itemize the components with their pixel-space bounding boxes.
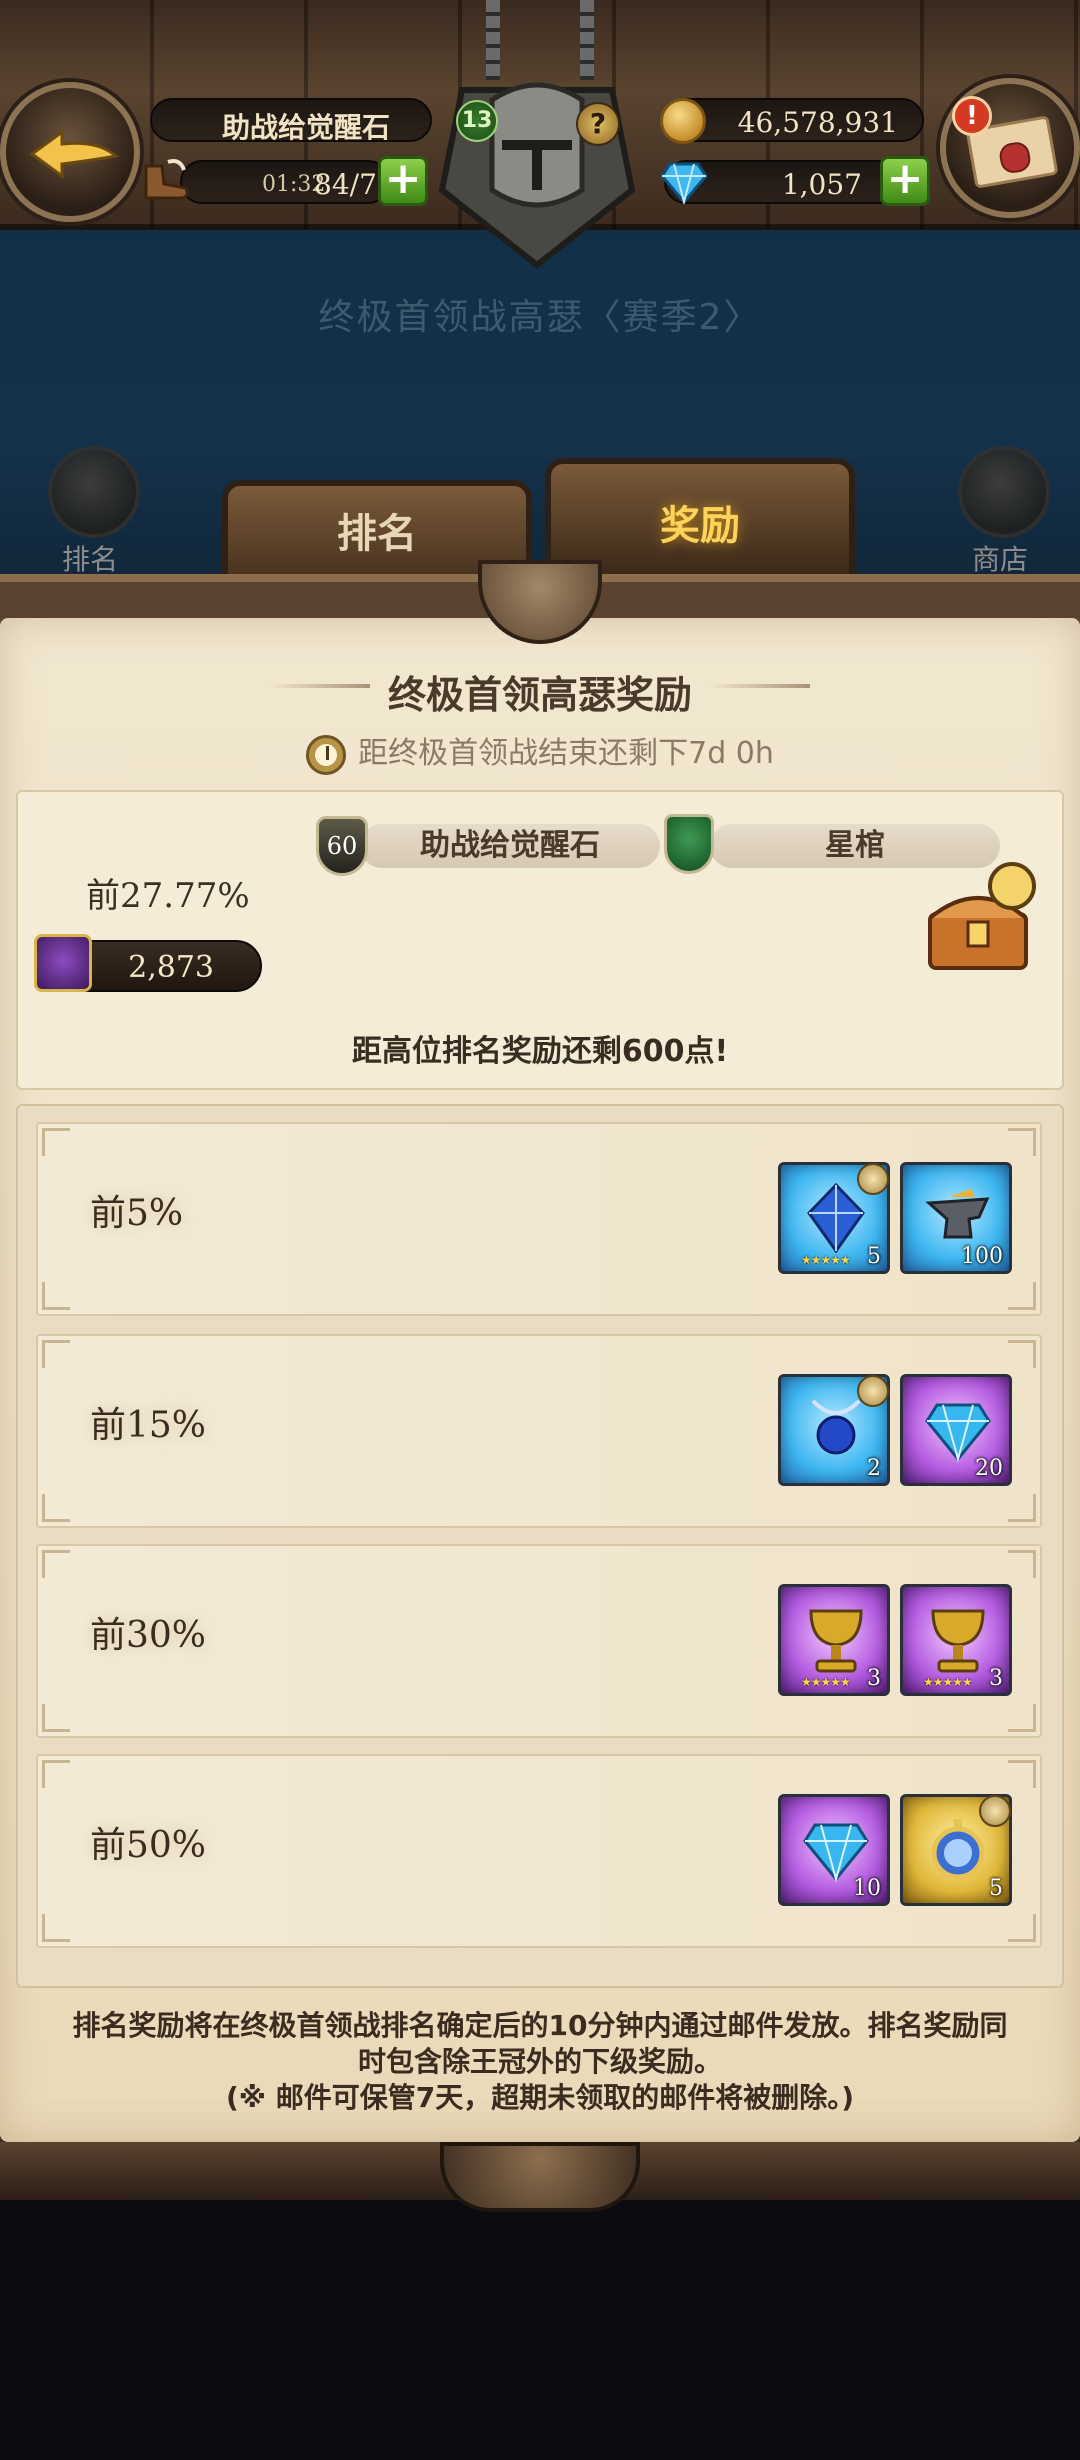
reward-tier-row: 前30% ★★★★★ 3 ★★★★★ 3 <box>36 1544 1042 1738</box>
equipment-badge-icon <box>857 1375 889 1407</box>
item-stars: ★★★★★ <box>923 1675 973 1689</box>
row-corner-ornament <box>1008 1914 1036 1942</box>
hero-name-pill: 助战给觉醒石 <box>150 98 432 144</box>
stamina-boot-icon <box>144 159 189 200</box>
row-corner-ornament <box>42 1760 70 1788</box>
item-quantity: 2 <box>867 1456 881 1481</box>
season-timer-text: 距终极首领战结束还剩下7d 0h <box>358 736 774 771</box>
gold-amount: 46,578,931 <box>737 106 898 139</box>
reward-item[interactable]: 5 <box>900 1794 1012 1906</box>
row-corner-ornament <box>1008 1550 1036 1578</box>
add-stamina-button[interactable]: + <box>378 156 428 206</box>
bottom-ornament <box>440 2142 640 2212</box>
row-corner-ornament <box>42 1282 70 1310</box>
my-rank-percent: 前27.77% <box>86 876 250 916</box>
item-quantity: 20 <box>975 1456 1003 1481</box>
rewards-title: 终极首领高瑟奖励 <box>387 673 692 717</box>
bottom-background <box>0 2200 1080 2460</box>
footer-note: 排名奖励将在终极首领战排名确定后的10分钟内通过邮件发放。排名奖励同时包含除王冠… <box>60 2008 1020 2116</box>
ranking-emblem-icon <box>48 446 140 538</box>
equipment-badge-icon <box>857 1163 889 1195</box>
reward-item[interactable]: 10 <box>778 1794 890 1906</box>
back-arrow-icon <box>29 129 120 179</box>
row-corner-ornament <box>1008 1128 1036 1156</box>
row-corner-ornament <box>42 1914 70 1942</box>
help-icon[interactable]: ? <box>576 102 620 146</box>
stamina-pill: 01:32 84/79 <box>180 160 395 204</box>
page-title: 终极首领战高瑟〈赛季2〉 <box>318 297 762 338</box>
anvil-icon <box>925 1189 990 1239</box>
reward-item[interactable]: ★★★★★ 3 <box>900 1584 1012 1696</box>
item-quantity: 5 <box>989 1876 1003 1901</box>
reward-item[interactable]: ★★★★★ 3 <box>778 1584 890 1696</box>
footer-note-line1: 排名奖励将在终极首领战排名确定后的10分钟内通过邮件发放。排名奖励同时包含除王冠… <box>72 2009 1008 2078</box>
weapon-crest-icon <box>664 814 714 874</box>
gem-icon <box>660 162 708 204</box>
gold-coin-icon <box>660 98 706 144</box>
stopwatch-icon <box>306 734 347 775</box>
shop-side-label: 商店 <box>971 543 1028 576</box>
points-remaining-text: 距高位排名奖励还剩600点! <box>351 1034 729 1069</box>
magnify-icon[interactable] <box>988 862 1036 910</box>
item-quantity: 5 <box>867 1244 881 1269</box>
pocket-watch-icon <box>931 1819 985 1880</box>
reward-item[interactable]: 20 <box>900 1374 1012 1486</box>
item-quantity: 3 <box>989 1666 1003 1691</box>
gold-goblet-icon <box>931 1609 985 1673</box>
reward-item[interactable]: 2 <box>778 1374 890 1486</box>
hero-level-badge: 60 <box>316 816 368 876</box>
equipment-badge-icon <box>979 1795 1011 1827</box>
blue-crystal-icon <box>807 1183 865 1253</box>
row-corner-ornament <box>42 1704 70 1732</box>
row-corner-ornament <box>42 1494 70 1522</box>
back-button[interactable] <box>0 82 140 222</box>
screen: 助战给觉醒石 01:32 84/79 + 13 ? 46,578,931 1,0… <box>0 0 1080 2460</box>
my-score: 2,873 <box>128 950 214 985</box>
season-timer: 距终极首领战结束还剩下7d 0h <box>0 728 1080 775</box>
row-corner-ornament <box>1008 1340 1036 1368</box>
hero-name: 助战给觉醒石 <box>221 111 390 144</box>
tier-label: 前5% <box>90 1193 184 1234</box>
reward-tier-row: 前50% 10 5 <box>36 1754 1042 1948</box>
tier-label: 前30% <box>90 1615 207 1656</box>
reward-item[interactable]: ★★★★★ 5 <box>778 1162 890 1274</box>
row-corner-ornament <box>42 1340 70 1368</box>
row-corner-ornament <box>42 1128 70 1156</box>
gem-amount: 1,057 <box>781 168 862 201</box>
diamond-icon <box>803 1823 869 1883</box>
diamond-icon <box>925 1403 991 1463</box>
item-stars: ★★★★★ <box>801 1253 851 1267</box>
support-hero-pill: 助战给觉醒石 <box>360 824 660 868</box>
add-gems-button[interactable]: + <box>880 156 930 206</box>
footer-note-line2: (※ 邮件可保管7天，超期未领取的邮件将被删除。) <box>225 2081 855 2114</box>
item-quantity: 10 <box>853 1876 881 1901</box>
row-corner-ornament <box>42 1550 70 1578</box>
item-quantity: 3 <box>867 1666 881 1691</box>
crown-rank-icon <box>34 934 92 992</box>
chain-right <box>580 0 594 80</box>
tier-label: 前15% <box>90 1405 207 1446</box>
reward-tier-row: 前15% 2 20 <box>36 1334 1042 1528</box>
reward-item[interactable]: 100 <box>900 1162 1012 1274</box>
ranking-side-label: 排名 <box>61 543 118 576</box>
weapon-pill: 星棺 <box>710 824 1000 868</box>
row-corner-ornament <box>1008 1494 1036 1522</box>
mail-alert-mark: ! <box>966 100 978 131</box>
guild-helmet-emblem-icon <box>438 82 636 269</box>
sapphire-necklace-icon <box>811 1399 861 1455</box>
item-stars: ★★★★★ <box>801 1675 851 1689</box>
row-corner-ornament <box>1008 1704 1036 1732</box>
row-corner-ornament <box>1008 1282 1036 1310</box>
item-quantity: 100 <box>961 1244 1003 1269</box>
tier-label: 前50% <box>90 1825 207 1866</box>
chain-left <box>486 0 500 80</box>
reward-tier-row: 前5% ★★★★★ 5 100 <box>36 1122 1042 1316</box>
row-corner-ornament <box>1008 1760 1036 1788</box>
player-level-badge: 13 <box>456 100 498 142</box>
gold-goblet-icon <box>809 1609 863 1673</box>
shop-emblem-icon <box>958 446 1050 538</box>
